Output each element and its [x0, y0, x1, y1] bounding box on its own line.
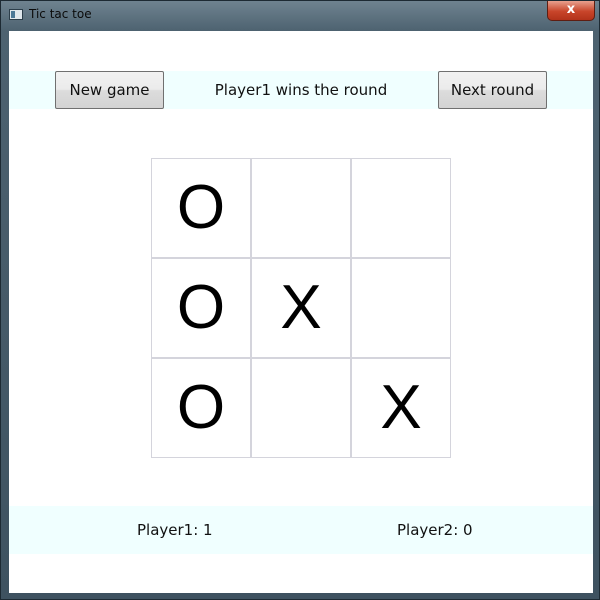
window-title: Tic tac toe [29, 7, 92, 21]
board-cell-2[interactable] [251, 158, 351, 258]
score-band: Player1: 1 Player2: 0 [9, 506, 593, 554]
next-round-button[interactable]: Next round [438, 71, 547, 109]
board-cell-4[interactable]: O [151, 258, 251, 358]
board-cell-8[interactable] [251, 358, 351, 458]
title-bar[interactable]: Tic tac toe x [1, 1, 599, 29]
board-cell-5[interactable]: X [251, 258, 351, 358]
board-cell-1[interactable]: O [151, 158, 251, 258]
player2-score: Player2: 0 [397, 521, 473, 539]
app-window-icon [9, 9, 23, 20]
new-game-button[interactable]: New game [55, 71, 164, 109]
client-area: New game Player1 wins the round Next rou… [9, 31, 593, 593]
toolbar-band: New game Player1 wins the round Next rou… [9, 71, 593, 109]
board-cell-7[interactable]: O [151, 358, 251, 458]
app-window: Tic tac toe x New game Player1 wins the … [0, 0, 600, 600]
board-cell-6[interactable] [351, 258, 451, 358]
round-status: Player1 wins the round [214, 81, 388, 99]
close-button[interactable]: x [547, 1, 595, 21]
close-icon: x [566, 2, 576, 17]
game-board: O O X O X [151, 158, 451, 458]
board-cell-9[interactable]: X [351, 358, 451, 458]
player1-score: Player1: 1 [137, 521, 213, 539]
board-cell-3[interactable] [351, 158, 451, 258]
